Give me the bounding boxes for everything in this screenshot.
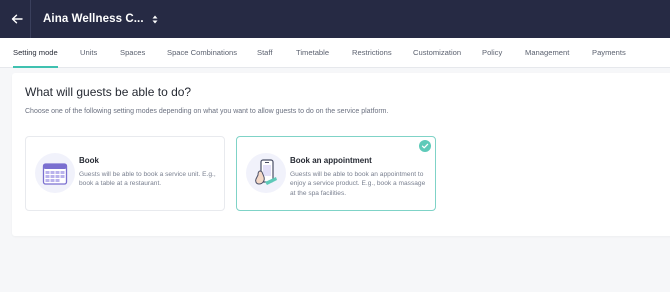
selected-check-badge	[419, 140, 431, 152]
option-description: Guests will be able to book a service un…	[79, 171, 216, 188]
back-button[interactable]	[4, 0, 30, 38]
tab-timetable[interactable]: Timetable	[296, 38, 329, 68]
option-card-book-appointment[interactable]: Book an appointment Guests will be able …	[236, 136, 436, 211]
tab-payments[interactable]: Payments	[592, 38, 626, 68]
calendar-icon	[42, 163, 68, 185]
option-title: Book	[79, 156, 99, 165]
icon-circle	[35, 153, 75, 193]
tab-management[interactable]: Management	[525, 38, 569, 68]
page-title: What will guests be able to do?	[25, 85, 192, 99]
arrow-left-icon	[11, 14, 23, 24]
venue-switcher[interactable]	[152, 15, 158, 24]
tab-policy[interactable]: Policy	[482, 38, 502, 68]
tab-spaces[interactable]: Spaces	[120, 38, 145, 68]
setting-mode-panel: What will guests be able to do? Choose o…	[12, 73, 670, 236]
header-divider	[30, 0, 31, 38]
phone-booking-icon	[255, 159, 277, 185]
tab-space-combinations[interactable]: Space Combinations	[167, 38, 237, 68]
option-card-book[interactable]: Book Guests will be able to book a servi…	[25, 136, 225, 211]
option-description: Guests will be able to book an appointme…	[290, 171, 426, 197]
option-title: Book an appointment	[290, 156, 372, 165]
tab-staff[interactable]: Staff	[257, 38, 272, 68]
tab-restrictions[interactable]: Restrictions	[352, 38, 392, 68]
tab-units[interactable]: Units	[80, 38, 97, 68]
sort-caret-icon	[152, 15, 158, 23]
icon-circle	[246, 153, 286, 193]
tab-customization[interactable]: Customization	[413, 38, 461, 68]
settings-tabs: Setting mode Units Spaces Space Combinat…	[0, 38, 670, 68]
venue-name[interactable]: Aina Wellness C...	[43, 13, 144, 25]
page-subtitle: Choose one of the following setting mode…	[25, 108, 389, 115]
check-icon	[421, 143, 429, 149]
tab-setting-mode[interactable]: Setting mode	[13, 38, 58, 68]
top-bar: Aina Wellness C...	[0, 0, 670, 38]
